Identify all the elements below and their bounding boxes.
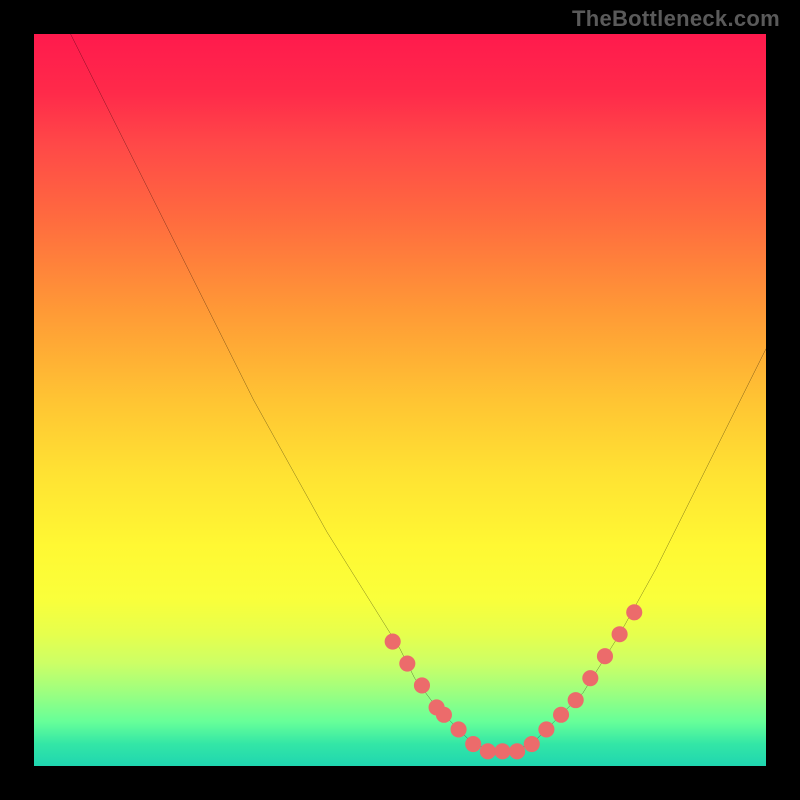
highlight-dot [597,648,613,664]
plot-area [34,34,766,766]
highlight-dot [553,707,569,723]
highlight-points [385,604,643,759]
highlight-dot [429,699,445,715]
highlight-dot [465,736,481,752]
highlight-dot [414,677,430,693]
highlight-dot [538,721,554,737]
highlight-dot [399,655,415,671]
highlight-dot [494,743,510,759]
chart-svg [34,34,766,766]
highlight-dot [509,743,525,759]
chart-frame: TheBottleneck.com [0,0,800,800]
highlight-dot [626,604,642,620]
highlight-dot [451,721,467,737]
highlight-dot [568,692,584,708]
highlight-dot [524,736,540,752]
highlight-dot [582,670,598,686]
highlight-dot [480,743,496,759]
watermark-text: TheBottleneck.com [572,6,780,32]
highlight-dot [436,707,452,723]
bottleneck-curve [71,34,766,751]
highlight-dot [612,626,628,642]
highlight-dot [385,634,401,650]
